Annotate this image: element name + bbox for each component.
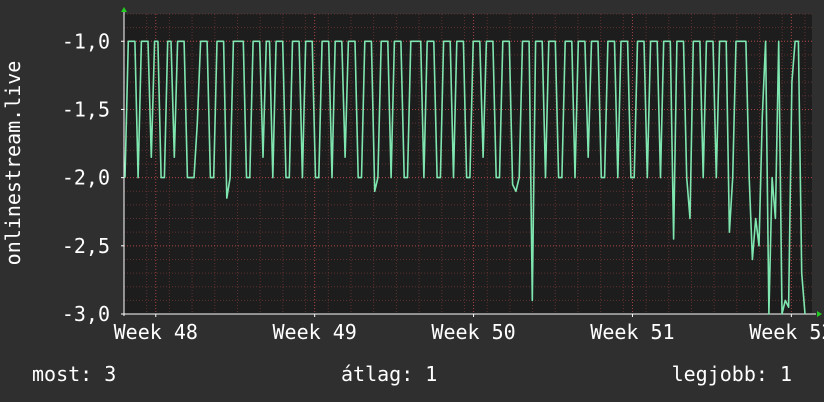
x-tick-label: Week 49	[273, 320, 357, 344]
y-tick-label: -2,5	[62, 234, 110, 258]
stat-now: most: 3	[32, 362, 117, 386]
x-tick-label: Week 51	[590, 320, 674, 344]
y-tick-label: -1,0	[62, 29, 110, 53]
x-tick-label: Week 50	[431, 320, 515, 344]
x-tick-label: Week 52	[749, 320, 824, 344]
x-tick-label: Week 48	[114, 320, 198, 344]
stat-best: legjobb: 1	[671, 362, 792, 386]
plot-area	[124, 14, 812, 314]
y-tick-label: -3,0	[62, 302, 110, 326]
stat-average: átlag: 1	[341, 362, 438, 386]
y-tick-label: -1,5	[62, 97, 110, 121]
chart: -1,0 -1,5 -2,0 -2,5 -3,0Week 48 Week 49 Week 5…	[0, 0, 824, 402]
y-axis-label: onlinestream.live	[1, 61, 25, 266]
y-tick-label: -2,0	[62, 166, 110, 190]
